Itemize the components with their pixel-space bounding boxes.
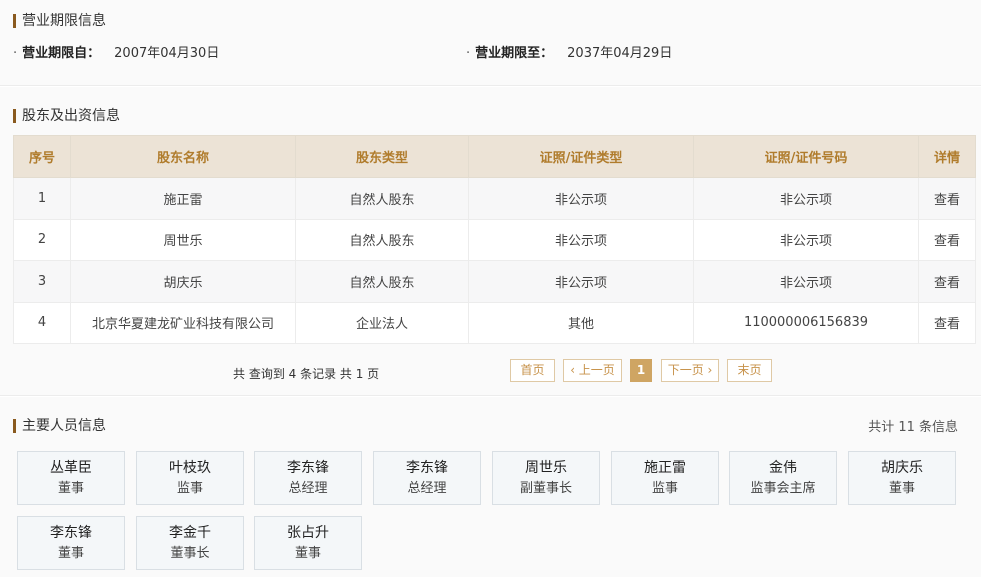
- business-period-section: 营业期限信息 · 营业期限自： 2007年04月30日 · 营业期限至： 2037年04…: [0, 0, 981, 86]
- row-index: 4: [13, 301, 71, 344]
- pager-current-page[interactable]: 1: [630, 359, 652, 382]
- license-type: 非公示项: [468, 218, 694, 261]
- person-name: 李金千: [169, 525, 211, 541]
- person-name: 施正雷: [644, 460, 686, 476]
- shareholders-table: 序号 股东名称 股东类型 证照/证件类型 证照/证件号码 详情 1 施正雷 自然…: [13, 135, 976, 344]
- view-detail-link[interactable]: 查看: [918, 177, 976, 220]
- personnel-title: 主要人员信息: [13, 418, 106, 434]
- table-row: 4 北京华夏建龙矿业科技有限公司 企业法人 其他 110000006156839…: [13, 301, 976, 344]
- license-number: 非公示项: [693, 218, 919, 261]
- period-from-label: 营业期限自：: [22, 46, 101, 61]
- person-name: 胡庆乐: [881, 460, 923, 476]
- row-index: 3: [13, 260, 71, 303]
- table-row: 3 胡庆乐 自然人股东 非公示项 非公示项 查看: [13, 260, 976, 303]
- pager-next-button[interactable]: 下一页 ›: [661, 359, 719, 382]
- column-header: 序号: [13, 135, 71, 178]
- pager-prev-button[interactable]: ‹ 上一页: [563, 359, 622, 382]
- shareholder-name: 施正雷: [70, 177, 296, 220]
- person-role: 董事: [294, 546, 321, 561]
- column-header: 证照/证件号码: [693, 135, 919, 178]
- period-from-value: 2007年04月30日: [114, 46, 220, 61]
- column-header: 证照/证件类型: [468, 135, 694, 178]
- person-card[interactable]: 金伟 监事会主席: [729, 451, 837, 505]
- period-from: · 营业期限自： 2007年04月30日: [13, 46, 219, 62]
- table-header-row: 序号 股东名称 股东类型 证照/证件类型 证照/证件号码 详情: [13, 135, 976, 178]
- person-name: 张占升: [287, 525, 329, 541]
- shareholders-section: 股东及出资信息 序号 股东名称 股东类型 证照/证件类型 证照/证件号码 详情 …: [0, 87, 981, 396]
- person-role: 总经理: [288, 481, 328, 496]
- person-role: 董事长: [170, 546, 210, 561]
- person-role: 总经理: [407, 481, 447, 496]
- shareholder-name: 周世乐: [70, 218, 296, 261]
- person-card[interactable]: 丛革臣 董事: [17, 451, 125, 505]
- shareholder-type: 企业法人: [295, 301, 469, 344]
- person-card[interactable]: 李金千 董事长: [136, 516, 244, 570]
- license-number: 非公示项: [693, 260, 919, 303]
- row-index: 1: [13, 177, 71, 220]
- person-card[interactable]: 胡庆乐 董事: [848, 451, 956, 505]
- view-detail-link[interactable]: 查看: [918, 260, 976, 303]
- license-type: 其他: [468, 301, 694, 344]
- person-role: 董事: [888, 481, 915, 496]
- shareholder-type: 自然人股东: [295, 177, 469, 220]
- column-header: 股东名称: [70, 135, 296, 178]
- person-name: 叶枝玖: [169, 460, 211, 476]
- person-name: 李东锋: [406, 460, 448, 476]
- shareholder-name: 胡庆乐: [70, 260, 296, 303]
- bullet-icon: ·: [13, 46, 18, 61]
- period-to: · 营业期限至： 2037年04月29日: [466, 46, 672, 62]
- personnel-total: 共计 11 条信息: [868, 420, 958, 435]
- person-card[interactable]: 施正雷 监事: [611, 451, 719, 505]
- person-role: 董事: [57, 546, 84, 561]
- shareholder-name: 北京华夏建龙矿业科技有限公司: [70, 301, 296, 344]
- shareholder-type: 自然人股东: [295, 260, 469, 303]
- person-card[interactable]: 李东锋 总经理: [254, 451, 362, 505]
- row-index: 2: [13, 218, 71, 261]
- pager-summary: 共 查询到 4 条记录 共 1 页: [233, 367, 380, 381]
- business-period-title: 营业期限信息: [13, 13, 106, 29]
- person-role: 副董事长: [519, 481, 572, 496]
- person-card[interactable]: 周世乐 副董事长: [492, 451, 600, 505]
- person-name: 金伟: [769, 460, 797, 476]
- person-role: 监事会主席: [750, 481, 816, 496]
- person-name: 丛革臣: [50, 460, 92, 476]
- table-row: 2 周世乐 自然人股东 非公示项 非公示项 查看: [13, 218, 976, 261]
- shareholder-type: 自然人股东: [295, 218, 469, 261]
- personnel-section: 主要人员信息 共计 11 条信息 丛革臣 董事 叶枝玖 监事 李东锋 总经理 李东锋总…: [0, 397, 981, 577]
- person-card[interactable]: 叶枝玖 监事: [136, 451, 244, 505]
- column-header: 股东类型: [295, 135, 469, 178]
- person-card[interactable]: 李东锋 总经理: [373, 451, 481, 505]
- table-row: 1 施正雷 自然人股东 非公示项 非公示项 查看: [13, 177, 976, 220]
- license-number: 非公示项: [693, 177, 919, 220]
- view-detail-link[interactable]: 查看: [918, 218, 976, 261]
- person-card[interactable]: 李东锋 董事: [17, 516, 125, 570]
- person-role: 董事: [57, 481, 84, 496]
- person-role: 监事: [176, 481, 203, 496]
- bullet-icon: ·: [466, 46, 471, 61]
- column-header: 详情: [918, 135, 976, 178]
- license-type: 非公示项: [468, 260, 694, 303]
- person-name: 李东锋: [50, 525, 92, 541]
- person-name: 周世乐: [525, 460, 567, 476]
- person-name: 李东锋: [287, 460, 329, 476]
- period-to-label: 营业期限至：: [475, 46, 554, 61]
- license-number: 110000006156839: [693, 301, 919, 344]
- shareholders-title: 股东及出资信息: [13, 108, 120, 124]
- person-card[interactable]: 张占升 董事: [254, 516, 362, 570]
- license-type: 非公示项: [468, 177, 694, 220]
- person-role: 监事: [651, 481, 678, 496]
- period-to-value: 2037年04月29日: [567, 46, 673, 61]
- view-detail-link[interactable]: 查看: [918, 301, 976, 344]
- pager-first-button[interactable]: 首页: [510, 359, 555, 382]
- pager-last-button[interactable]: 末页: [727, 359, 772, 382]
